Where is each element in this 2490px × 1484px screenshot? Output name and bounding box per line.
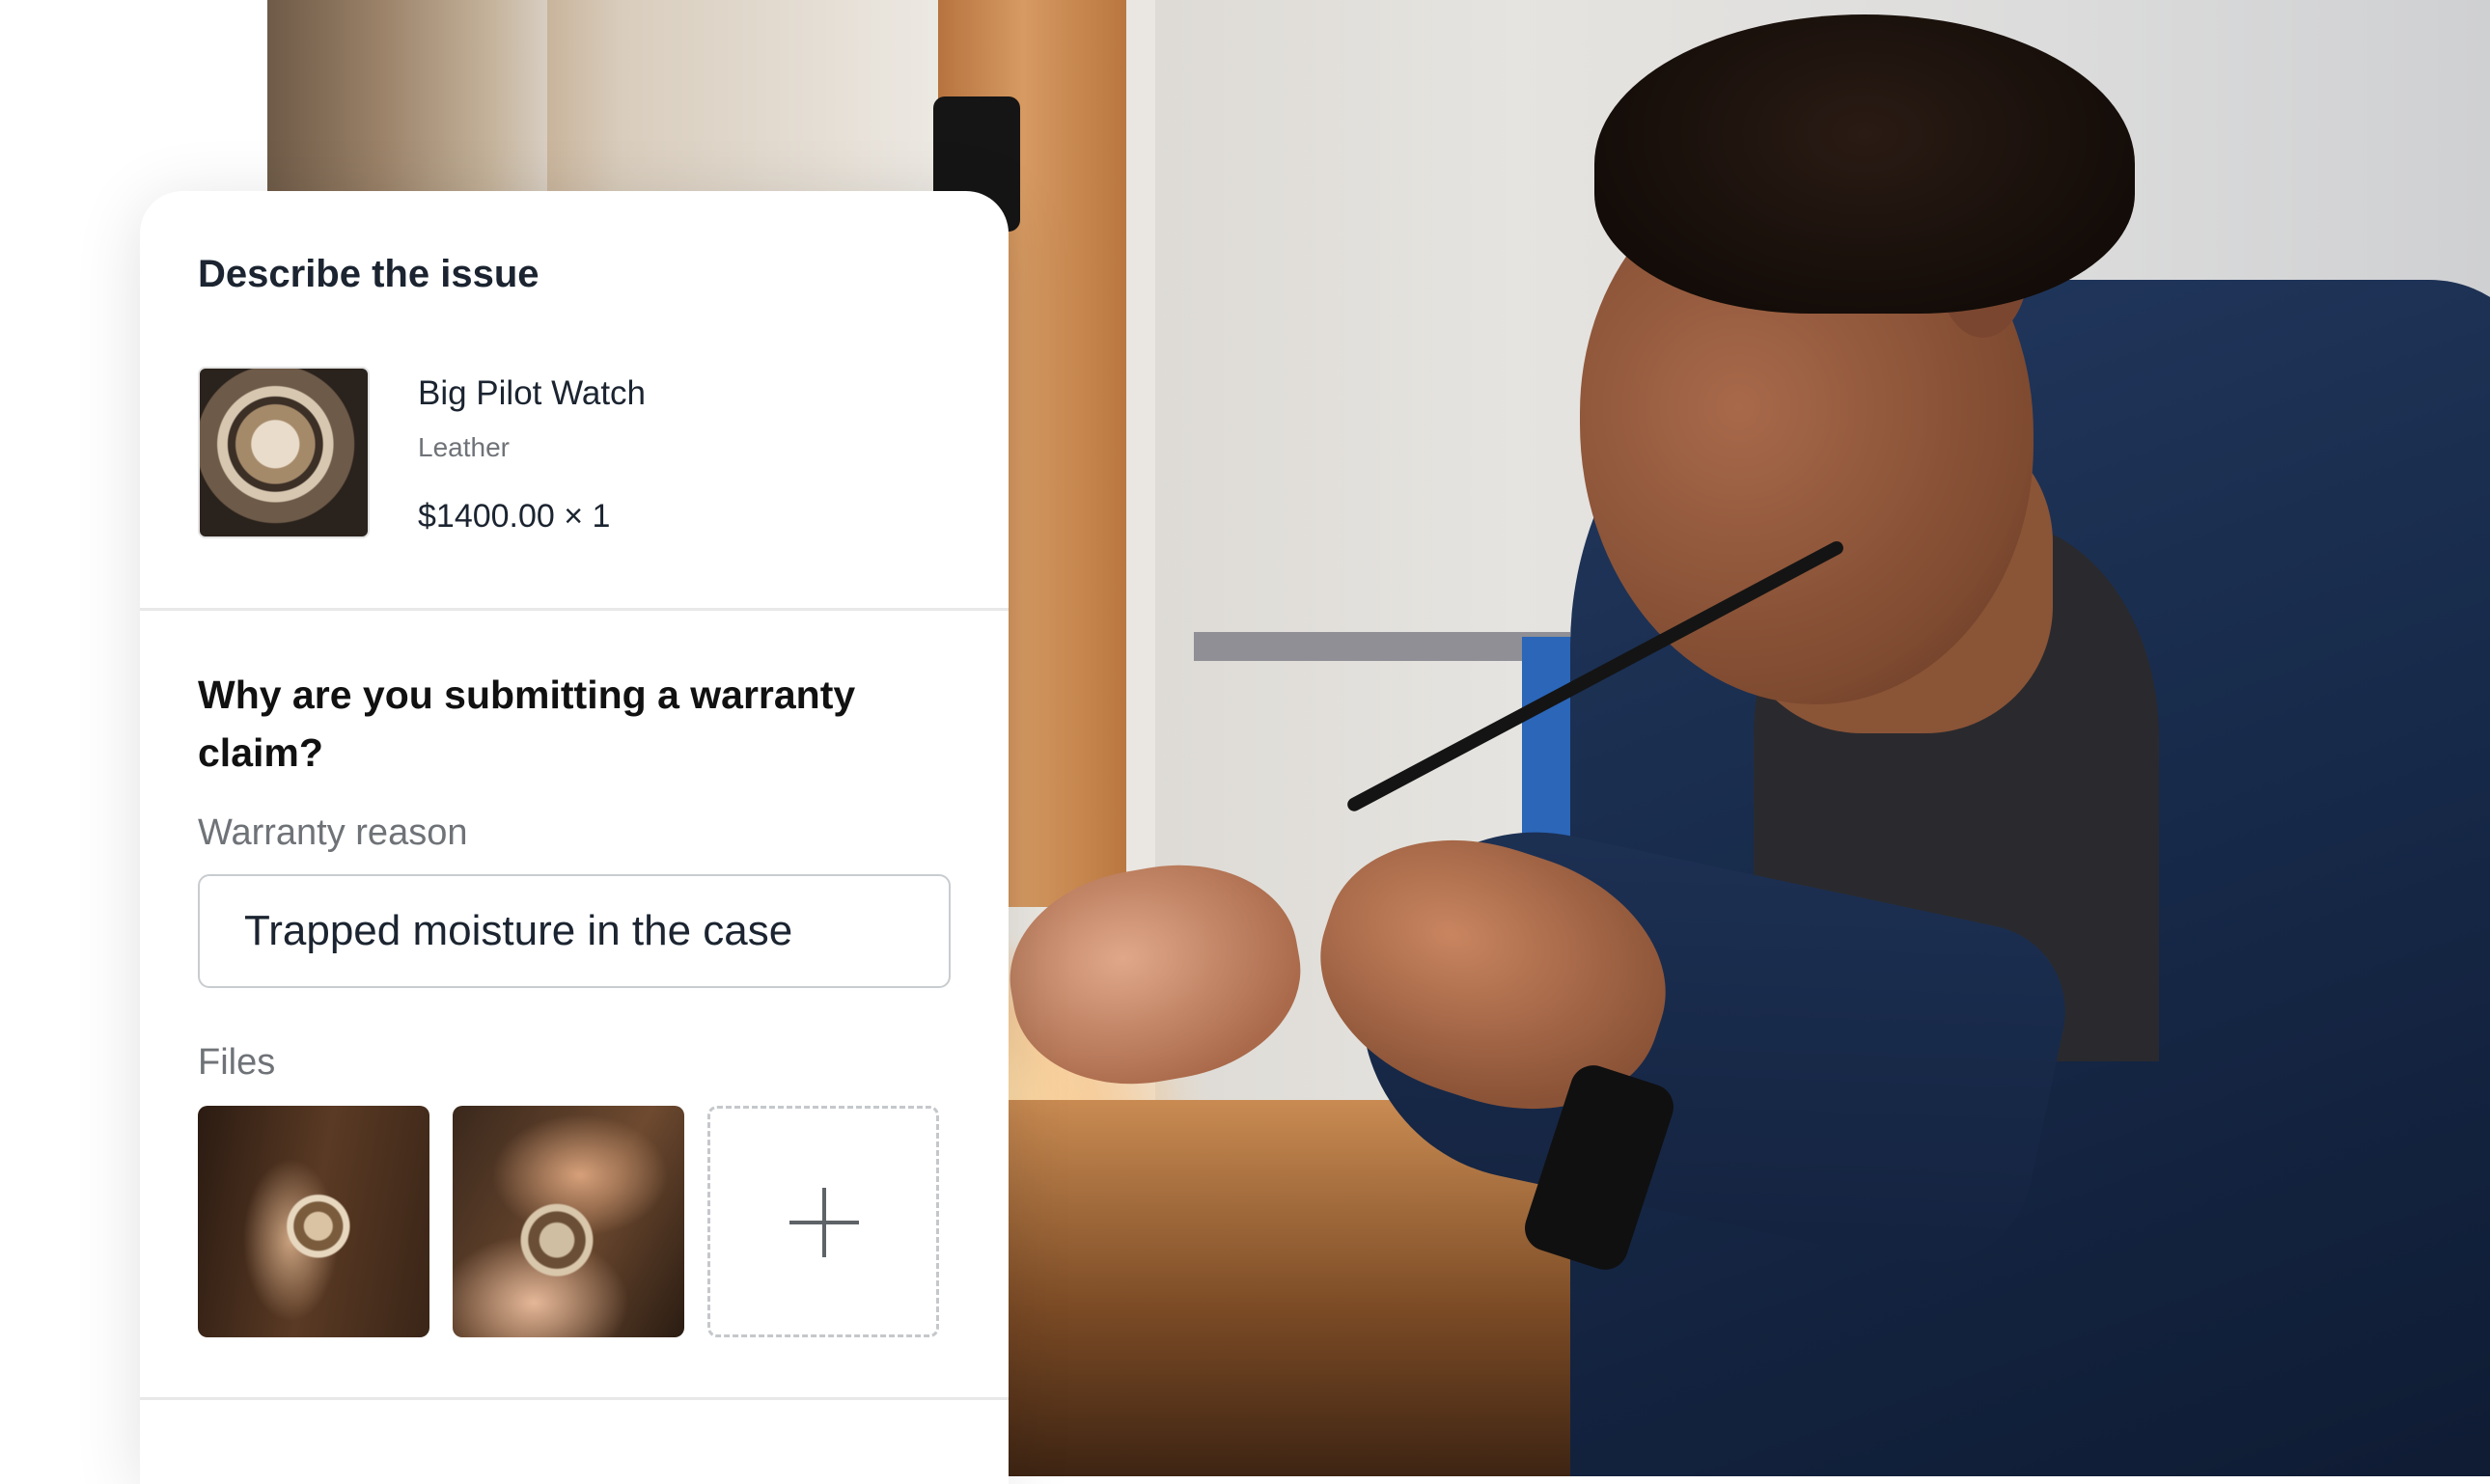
warranty-reason-input[interactable] (198, 874, 951, 988)
product-price: $1400.00 × 1 (418, 498, 611, 535)
warranty-question: Why are you submitting a warranty claim? (198, 673, 856, 775)
warranty-claim-card: Describe the issue Big Pilot Watch Leath… (140, 191, 1009, 1484)
plus-icon-vertical (822, 1188, 826, 1257)
card-title: Describe the issue (198, 253, 540, 295)
product-name: Big Pilot Watch (418, 374, 647, 412)
product-variant: Leather (418, 432, 510, 462)
add-file-button[interactable] (707, 1106, 939, 1337)
file-thumbnail-watch-in-hand[interactable] (198, 1106, 429, 1337)
product-thumbnail-watch-icon (198, 367, 370, 538)
files-label: Files (198, 1042, 276, 1083)
wall-shelf (1194, 632, 1570, 661)
warranty-reason-label: Warranty reason (198, 812, 468, 853)
section-divider (140, 608, 1009, 611)
person-hair (1594, 14, 2135, 314)
file-thumbnail-watch-movement[interactable] (453, 1106, 684, 1337)
section-divider-bottom (140, 1397, 1009, 1400)
